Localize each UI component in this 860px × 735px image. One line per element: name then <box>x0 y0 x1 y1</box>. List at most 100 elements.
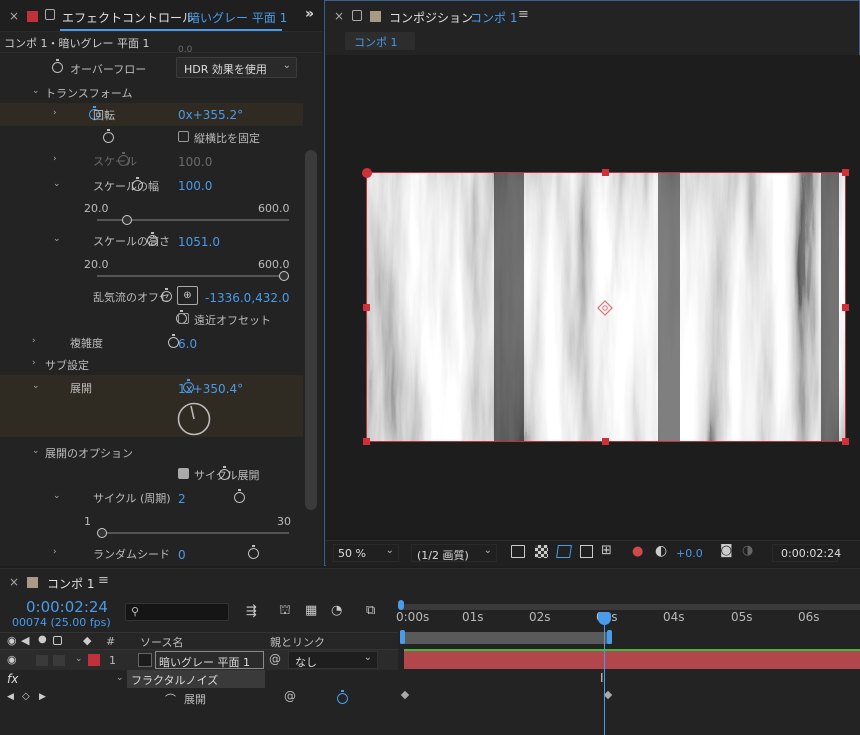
col-parent-link[interactable]: 親とリンク <box>270 634 325 650</box>
chevron-down-icon[interactable]: ⌄ <box>75 654 83 664</box>
scale-width-value[interactable]: 100.0 <box>178 179 212 193</box>
effect-panel-scrollbar[interactable] <box>305 150 317 510</box>
resolution-dropdown[interactable]: (1/2 画質) ⌄ <box>411 544 497 562</box>
comp-subtab[interactable]: コンポ 1 <box>345 32 415 50</box>
layer-duration-bar[interactable] <box>404 651 860 669</box>
chevron-down-icon[interactable]: ⌄ <box>32 86 40 96</box>
chevron-right-icon[interactable]: › <box>53 108 57 118</box>
scale-height-slider[interactable] <box>97 271 289 281</box>
lock-icon[interactable] <box>45 9 55 20</box>
perspective-offset-checkbox[interactable] <box>178 313 189 324</box>
timeline-timecode[interactable]: 0:00:02:24 <box>26 598 108 616</box>
chevron-down-icon[interactable]: ⌄ <box>53 491 61 501</box>
stopwatch-icon[interactable] <box>248 545 259 559</box>
chevron-down-icon[interactable]: ⌄ <box>32 381 40 391</box>
transform-handle[interactable] <box>363 438 370 445</box>
chevron-down-icon[interactable]: ⌄ <box>53 179 61 189</box>
stopwatch-icon[interactable] <box>233 489 245 503</box>
comp-panel-tab-comp[interactable]: コンポ 1 <box>470 9 517 26</box>
label-color-swatch[interactable] <box>27 11 38 22</box>
transform-handle[interactable] <box>842 304 849 311</box>
offset-value[interactable]: -1336.0,432.0 <box>205 291 290 305</box>
motion-blur-icon[interactable]: ◔ <box>331 603 342 618</box>
complexity-value[interactable]: 6.0 <box>178 337 197 351</box>
chevron-right-icon[interactable]: › <box>53 154 57 164</box>
comp-color-swatch[interactable] <box>370 11 381 22</box>
label-tag-icon[interactable]: ◆ <box>83 634 91 647</box>
prev-keyframe-icon[interactable]: ◀ <box>7 692 14 702</box>
layer-label-color[interactable] <box>88 654 100 666</box>
fx-label[interactable]: fx <box>7 672 18 686</box>
frame-blending-icon[interactable]: ▦ <box>305 603 317 618</box>
lock-icon[interactable] <box>53 636 62 645</box>
search-input[interactable]: ⚲ <box>125 603 229 621</box>
comp-color-swatch[interactable] <box>27 577 38 588</box>
work-area-bar[interactable] <box>400 632 612 644</box>
scale-height-value[interactable]: 1051.0 <box>178 235 220 249</box>
transparency-grid-icon[interactable] <box>535 545 548 558</box>
crosshair-picker-button[interactable]: ⊕ <box>177 286 198 305</box>
show-snapshot-icon[interactable]: ◑ <box>742 543 753 558</box>
scale-width-slider[interactable] <box>97 215 289 225</box>
eye-icon[interactable]: ◉ <box>7 634 17 647</box>
solo-icon[interactable]: ● <box>38 634 47 645</box>
lock-toggle[interactable] <box>53 655 65 666</box>
graph-icon[interactable]: ⌒ <box>165 691 176 707</box>
grid-guides-icon[interactable]: ⊞ <box>601 543 612 558</box>
comp-timecode[interactable]: 0:00:02:24 <box>772 544 841 562</box>
close-icon[interactable]: × <box>334 9 344 23</box>
fast-preview-icon[interactable] <box>511 545 525 558</box>
uniform-scale-checkbox[interactable] <box>178 131 189 142</box>
menu-icon[interactable]: ≡ <box>518 7 529 22</box>
add-keyframe-icon[interactable]: ◇ <box>22 691 30 702</box>
solo-toggle[interactable] <box>36 655 48 666</box>
effect-name-box[interactable]: フラクタルノイズ <box>127 670 265 688</box>
evolution-value[interactable]: 1x+350.4° <box>178 382 243 396</box>
overflow-dropdown[interactable]: HDR 効果を使用 ⌄ <box>176 57 297 78</box>
layer-name-box[interactable]: 暗いグレー 平面 1 <box>155 651 264 669</box>
cycle-slider[interactable] <box>97 528 289 538</box>
work-area-end-handle[interactable] <box>607 630 612 644</box>
cycle-value[interactable]: 2 <box>178 492 186 506</box>
draft-3d-icon[interactable]: ⛫ <box>279 603 291 620</box>
camera-icon[interactable]: ◙ <box>720 543 733 558</box>
chevron-down-icon[interactable]: ⌄ <box>53 234 61 244</box>
slider-knob[interactable] <box>279 271 289 281</box>
effect-panel-tab-layer[interactable]: 暗いグレー 平面 1 <box>188 9 287 26</box>
playhead-handle[interactable] <box>598 612 611 625</box>
transform-handle[interactable] <box>602 438 609 445</box>
stopwatch-icon[interactable] <box>336 690 348 704</box>
transform-handle[interactable] <box>842 438 849 445</box>
rotation-value[interactable]: 0x+355.2° <box>178 108 243 122</box>
panel-overflow-icon[interactable]: » <box>305 6 314 22</box>
chevron-right-icon[interactable]: › <box>32 336 36 346</box>
transform-handle[interactable] <box>363 304 370 311</box>
close-icon[interactable]: × <box>9 9 19 23</box>
comp-panel-tab-title[interactable]: コンポジション <box>389 9 473 26</box>
transform-handle[interactable] <box>602 169 609 176</box>
channel-rgb-icon[interactable]: ● <box>632 544 643 559</box>
chevron-right-icon[interactable]: › <box>53 547 57 557</box>
audio-icon[interactable]: ◀ <box>21 634 29 647</box>
graph-editor-icon[interactable]: ⧉ <box>366 603 375 618</box>
pick-whip-icon[interactable]: @ <box>269 652 281 666</box>
transform-handle[interactable] <box>842 169 849 176</box>
angle-dial[interactable] <box>176 401 212 437</box>
zoom-dropdown[interactable]: 50 % ⌄ <box>333 544 399 562</box>
work-area-start-handle[interactable] <box>400 630 405 644</box>
transform-handle[interactable] <box>362 168 372 178</box>
menu-icon[interactable]: ≡ <box>98 573 109 588</box>
random-seed-value[interactable]: 0 <box>178 548 186 562</box>
effect-panel-tab-title[interactable]: エフェクトコントロール <box>62 9 194 26</box>
color-management-icon[interactable]: ◐ <box>655 543 667 559</box>
timeline-tab-title[interactable]: コンポ 1 <box>47 575 94 592</box>
navigator-start-handle[interactable] <box>398 600 404 610</box>
exposure-value[interactable]: +0.0 <box>676 547 703 560</box>
comp-mini-flowchart-icon[interactable]: ⇶ <box>246 604 257 619</box>
col-source-name[interactable]: ソース名 <box>140 634 183 650</box>
anchor-point-icon[interactable] <box>596 299 614 317</box>
chevron-down-icon[interactable]: ⌄ <box>32 446 40 456</box>
cycle-evolution-checkbox[interactable] <box>178 468 189 479</box>
parent-dropdown[interactable]: なし ⌄ <box>288 651 378 669</box>
stopwatch-icon[interactable] <box>52 59 63 73</box>
